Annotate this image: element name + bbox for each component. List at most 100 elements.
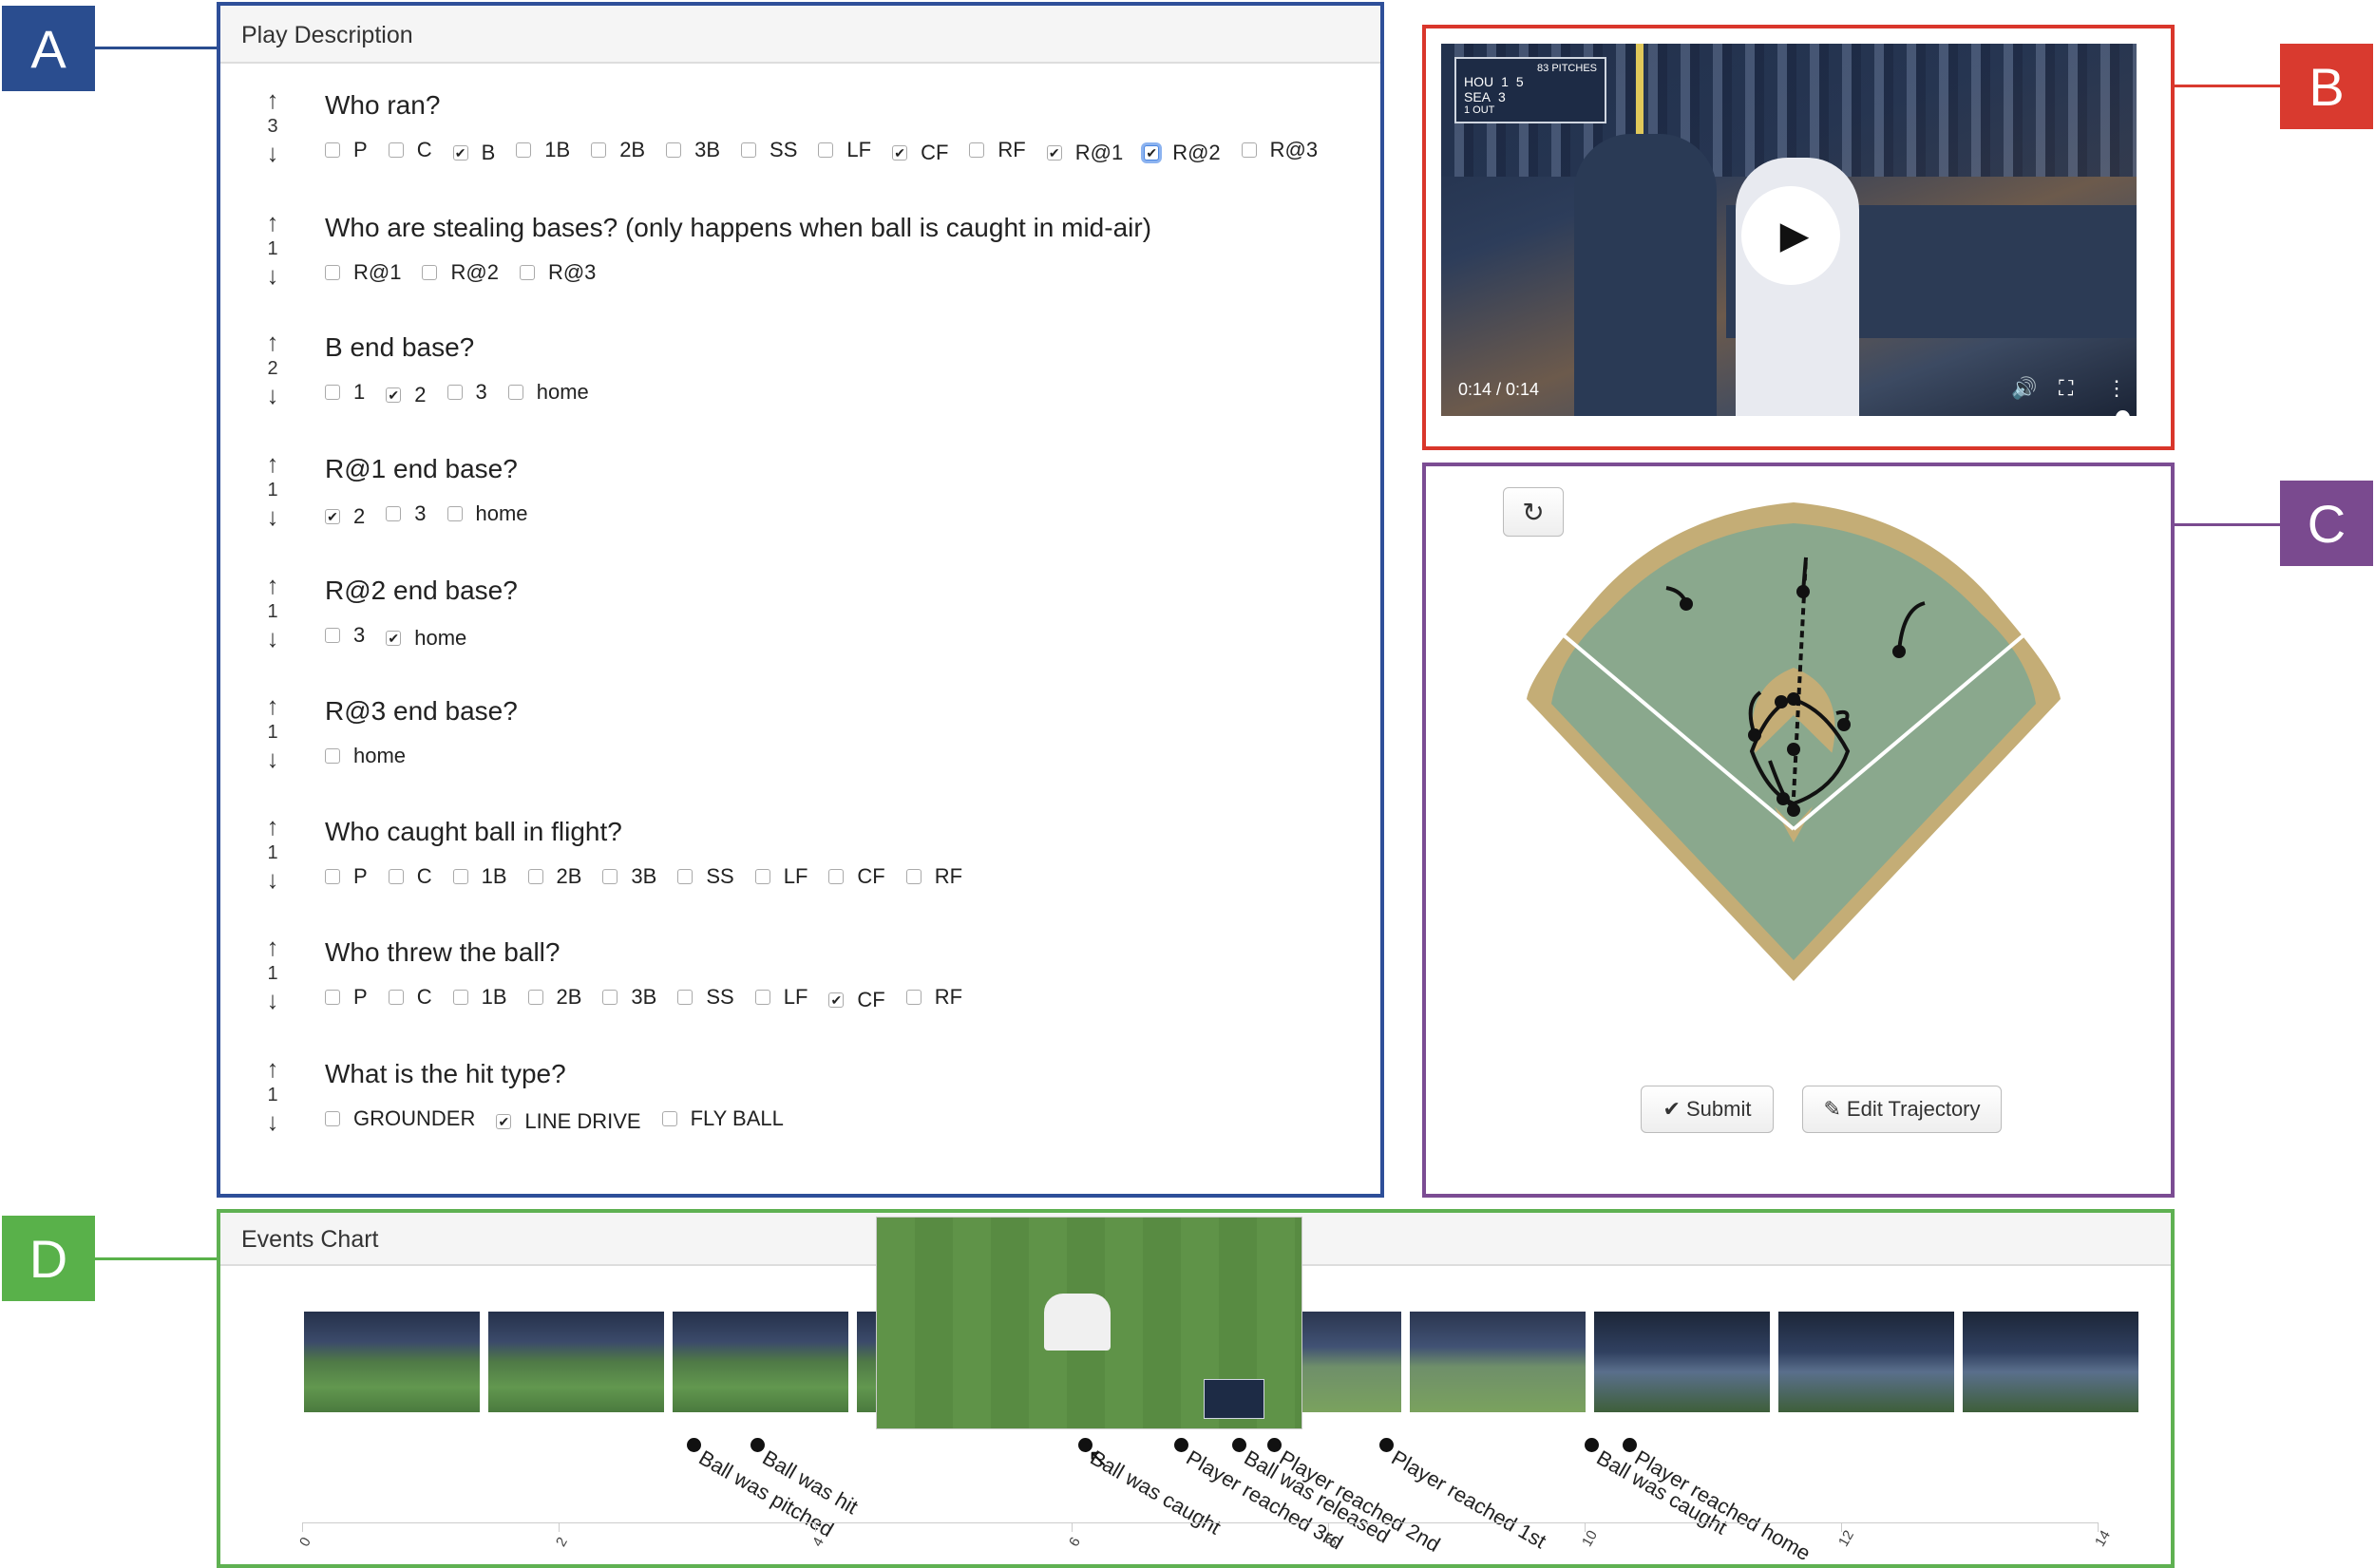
option-3b[interactable]: 3B bbox=[602, 864, 656, 889]
option-p[interactable]: P bbox=[325, 985, 368, 1010]
volume-icon[interactable]: 🔊 bbox=[2011, 376, 2037, 401]
checkbox[interactable] bbox=[325, 385, 340, 400]
option-2b[interactable]: 2B bbox=[591, 138, 645, 162]
checkbox[interactable] bbox=[666, 142, 682, 158]
event-marker[interactable] bbox=[1584, 1438, 1599, 1452]
checkbox[interactable] bbox=[446, 506, 463, 521]
checkbox[interactable]: ✔ bbox=[452, 145, 468, 161]
event-marker[interactable] bbox=[1623, 1438, 1638, 1452]
option-3[interactable]: 3 bbox=[325, 623, 365, 648]
checkbox[interactable] bbox=[754, 869, 770, 884]
option-grounder[interactable]: GROUNDER bbox=[325, 1106, 475, 1131]
arrow-down-icon[interactable]: ↓ bbox=[258, 140, 287, 166]
checkbox[interactable] bbox=[388, 869, 404, 884]
option-c[interactable]: C bbox=[388, 864, 432, 889]
checkbox[interactable] bbox=[602, 990, 618, 1005]
option-cf[interactable]: CF bbox=[828, 864, 885, 889]
checkbox[interactable] bbox=[325, 990, 340, 1005]
arrow-down-icon[interactable]: ↓ bbox=[258, 262, 287, 289]
option-r2[interactable]: ✔ R@2 bbox=[1144, 141, 1221, 165]
more-options-icon[interactable]: ⋮ bbox=[2106, 376, 2127, 401]
arrow-up-icon[interactable]: ↑ bbox=[258, 209, 287, 236]
checkbox[interactable] bbox=[677, 990, 694, 1005]
option-2b[interactable]: 2B bbox=[527, 985, 581, 1010]
arrow-down-icon[interactable]: ↓ bbox=[258, 1108, 287, 1135]
checkbox[interactable] bbox=[527, 990, 543, 1005]
checkbox[interactable] bbox=[325, 142, 340, 158]
checkbox[interactable]: ✔ bbox=[892, 145, 908, 161]
arrow-up-icon[interactable]: ↑ bbox=[258, 934, 287, 960]
option-home[interactable]: home bbox=[325, 744, 406, 768]
edit-trajectory-button[interactable]: ✎ Edit Trajectory bbox=[1802, 1086, 2002, 1133]
checkbox[interactable] bbox=[818, 142, 834, 158]
video-progress-handle[interactable] bbox=[2116, 410, 2130, 416]
arrow-up-icon[interactable]: ↑ bbox=[258, 692, 287, 719]
checkbox[interactable] bbox=[422, 265, 438, 280]
option-lf[interactable]: LF bbox=[818, 138, 871, 162]
checkbox[interactable] bbox=[905, 990, 922, 1005]
checkbox[interactable] bbox=[325, 748, 340, 764]
checkbox[interactable] bbox=[446, 385, 463, 400]
checkbox[interactable] bbox=[527, 869, 543, 884]
option-1b[interactable]: 1B bbox=[452, 985, 507, 1010]
option-ss[interactable]: SS bbox=[677, 864, 734, 889]
arrow-up-icon[interactable]: ↑ bbox=[258, 1055, 287, 1082]
option-2b[interactable]: 2B bbox=[527, 864, 581, 889]
thumbnail-preview[interactable] bbox=[876, 1217, 1302, 1429]
video-thumbnail[interactable] bbox=[1963, 1312, 2138, 1412]
option-rf[interactable]: RF bbox=[905, 985, 962, 1010]
checkbox[interactable] bbox=[969, 142, 985, 158]
option-b[interactable]: ✔ B bbox=[452, 141, 495, 165]
fullscreen-icon[interactable]: ⛶ bbox=[2059, 376, 2073, 401]
option-rf[interactable]: RF bbox=[905, 864, 962, 889]
checkbox[interactable] bbox=[519, 265, 535, 280]
checkbox[interactable]: ✔ bbox=[386, 631, 402, 646]
option-2[interactable]: ✔ 2 bbox=[386, 383, 427, 407]
checkbox[interactable] bbox=[452, 869, 468, 884]
option-ss[interactable]: SS bbox=[741, 138, 797, 162]
option-home[interactable]: ✔ home bbox=[386, 626, 466, 651]
option-3[interactable]: 3 bbox=[446, 380, 487, 405]
option-flyball[interactable]: FLY BALL bbox=[661, 1106, 784, 1131]
video-thumbnail[interactable] bbox=[1778, 1312, 1954, 1412]
checkbox[interactable] bbox=[677, 869, 694, 884]
video-thumbnail[interactable] bbox=[1410, 1312, 1586, 1412]
checkbox[interactable] bbox=[602, 869, 618, 884]
event-marker[interactable] bbox=[1267, 1438, 1282, 1452]
video-thumbnail[interactable] bbox=[304, 1312, 480, 1412]
checkbox[interactable]: ✔ bbox=[1144, 145, 1160, 161]
arrow-down-icon[interactable]: ↓ bbox=[258, 866, 287, 893]
checkbox[interactable] bbox=[452, 990, 468, 1005]
option-p[interactable]: P bbox=[325, 138, 368, 162]
option-home[interactable]: home bbox=[507, 380, 589, 405]
checkbox[interactable] bbox=[754, 990, 770, 1005]
checkbox[interactable] bbox=[388, 142, 404, 158]
checkbox[interactable] bbox=[828, 869, 845, 884]
checkbox[interactable] bbox=[325, 265, 340, 280]
arrow-down-icon[interactable]: ↓ bbox=[258, 382, 287, 408]
option-r1[interactable]: R@1 bbox=[325, 260, 401, 285]
checkbox[interactable] bbox=[325, 628, 340, 643]
event-marker[interactable] bbox=[1231, 1438, 1246, 1452]
video-player[interactable]: 83 PITCHES HOU 1 5 SEA 3 1 OUT ▶ 0:14 / 0:1… bbox=[1441, 44, 2137, 416]
video-thumbnail[interactable] bbox=[488, 1312, 664, 1412]
arrow-up-icon[interactable]: ↑ bbox=[258, 813, 287, 840]
arrow-up-icon[interactable]: ↑ bbox=[258, 86, 287, 113]
checkbox[interactable]: ✔ bbox=[1046, 145, 1062, 161]
checkbox[interactable]: ✔ bbox=[325, 509, 340, 524]
checkbox[interactable]: ✔ bbox=[828, 992, 845, 1008]
submit-button[interactable]: ✔ Submit bbox=[1641, 1086, 1774, 1133]
checkbox[interactable] bbox=[325, 1111, 340, 1126]
option-c[interactable]: C bbox=[388, 138, 432, 162]
checkbox[interactable] bbox=[386, 506, 402, 521]
event-marker[interactable] bbox=[1378, 1438, 1394, 1452]
option-rf[interactable]: RF bbox=[969, 138, 1026, 162]
option-2[interactable]: ✔ 2 bbox=[325, 504, 365, 529]
option-r2[interactable]: R@2 bbox=[422, 260, 499, 285]
option-3[interactable]: 3 bbox=[386, 501, 427, 526]
option-1b[interactable]: 1B bbox=[452, 864, 507, 889]
arrow-down-icon[interactable]: ↓ bbox=[258, 503, 287, 530]
arrow-down-icon[interactable]: ↓ bbox=[258, 987, 287, 1013]
arrow-up-icon[interactable]: ↑ bbox=[258, 572, 287, 598]
video-thumbnail[interactable] bbox=[673, 1312, 848, 1412]
